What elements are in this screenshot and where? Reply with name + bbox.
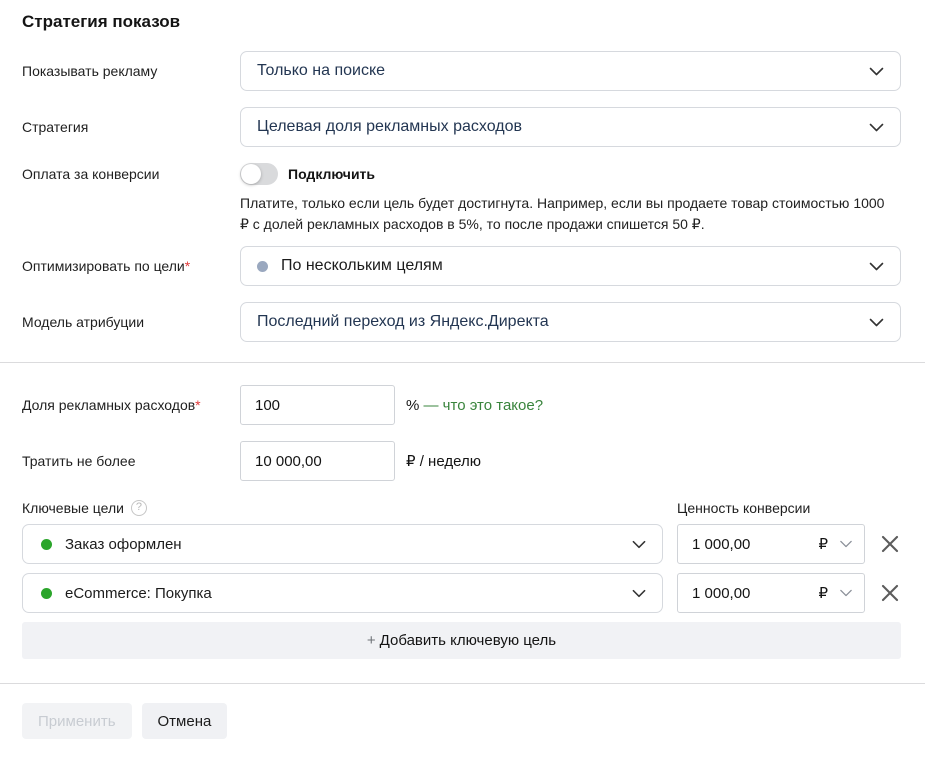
optimize-goal-select[interactable]: По нескольким целям: [240, 246, 901, 286]
pay-for-conversions-label: Оплата за конверсии: [22, 163, 240, 183]
goal-active-dot-icon: [41, 588, 52, 599]
ruble-sign: ₽: [818, 535, 828, 553]
goal-selected-value: eCommerce: Покупка: [65, 585, 212, 602]
pay-for-conversions-toggle[interactable]: [240, 163, 278, 185]
conversion-value-input-1[interactable]: 1 000,00 ₽: [677, 524, 865, 564]
optimize-goal-label: Оптимизировать по цели*: [22, 258, 240, 275]
cancel-button[interactable]: Отмена: [142, 703, 228, 739]
goal-active-dot-icon: [41, 539, 52, 550]
row-cost-share: Доля рекламных расходов* % — что это так…: [22, 385, 901, 425]
optimize-goal-selected-value: По нескольким целям: [281, 257, 443, 275]
footer-divider: [0, 683, 925, 684]
row-attribution: Модель атрибуции Последний переход из Ян…: [22, 302, 901, 342]
goal-status-dot-icon: [257, 261, 268, 272]
conversion-value-header: Ценность конверсии: [677, 500, 865, 516]
add-key-goal-label: Добавить ключевую цель: [380, 632, 556, 649]
strategy-label: Стратегия: [22, 119, 240, 136]
optimize-goal-label-text: Оптимизировать по цели: [22, 258, 185, 274]
chevron-down-icon: [869, 123, 884, 132]
row-strategy: Стратегия Целевая доля рекламных расходо…: [22, 107, 901, 147]
cost-share-input[interactable]: [240, 385, 395, 425]
currency-picker[interactable]: ₽: [818, 584, 852, 602]
toggle-knob: [241, 164, 261, 184]
strategy-select[interactable]: Целевая доля рекламных расходов: [240, 107, 901, 147]
show-ads-selected-value: Только на поиске: [257, 62, 385, 80]
attribution-selected-value: Последний переход из Яндекс.Директа: [257, 313, 549, 331]
key-goals-header-text: Ключевые цели: [22, 500, 124, 516]
page-title: Стратегия показов: [22, 0, 901, 32]
close-icon: [880, 534, 900, 554]
chevron-down-icon: [869, 318, 884, 327]
chevron-down-icon: [840, 540, 852, 548]
weekly-limit-label: Тратить не более: [22, 453, 240, 470]
conversion-value-input-2[interactable]: 1 000,00 ₽: [677, 573, 865, 613]
apply-button[interactable]: Применить: [22, 703, 132, 739]
close-icon: [880, 583, 900, 603]
pay-for-conversions-toggle-label: Подключить: [288, 166, 375, 182]
chevron-down-icon: [840, 589, 852, 597]
key-goals-header: Ключевые цели ?: [22, 500, 663, 516]
ruble-sign: ₽: [818, 584, 828, 602]
required-asterisk: *: [185, 258, 190, 274]
what-is-it-link[interactable]: — что это такое?: [424, 397, 544, 414]
section-divider: [0, 362, 925, 363]
row-optimize-goal: Оптимизировать по цели* По нескольким це…: [22, 246, 901, 286]
chevron-down-icon: [869, 262, 884, 271]
cost-share-unit: % — что это такое?: [406, 397, 543, 414]
add-key-goal-button[interactable]: +Добавить ключевую цель: [22, 622, 901, 659]
plus-icon: +: [367, 632, 376, 649]
goal-row: Заказ оформлен 1 000,00 ₽: [22, 524, 901, 564]
percent-sign: %: [406, 397, 419, 414]
goal-select-2[interactable]: eCommerce: Покупка: [22, 573, 663, 613]
show-ads-label: Показывать рекламу: [22, 63, 240, 80]
row-pay-for-conversions: Оплата за конверсии Подключить Платите, …: [22, 163, 901, 235]
strategy-selected-value: Целевая доля рекламных расходов: [257, 118, 522, 136]
attribution-label: Модель атрибуции: [22, 314, 240, 331]
remove-goal-button[interactable]: [879, 533, 901, 555]
help-icon[interactable]: ?: [131, 500, 147, 516]
required-asterisk: *: [195, 397, 200, 413]
goals-header-row: Ключевые цели ? Ценность конверсии: [22, 500, 901, 516]
goal-selected-value: Заказ оформлен: [65, 536, 182, 553]
conversion-value: 1 000,00: [692, 585, 818, 602]
pay-for-conversions-control: Подключить Платите, только если цель буд…: [240, 163, 888, 235]
weekly-limit-input[interactable]: [240, 441, 395, 481]
weekly-limit-unit: ₽ / неделю: [406, 452, 481, 470]
cost-share-label-text: Доля рекламных расходов: [22, 397, 195, 413]
chevron-down-icon: [632, 589, 646, 598]
remove-goal-button[interactable]: [879, 582, 901, 604]
pay-for-conversions-description: Платите, только если цель будет достигну…: [240, 193, 888, 235]
strategy-settings-panel: Стратегия показов Показывать рекламу Тол…: [0, 0, 925, 739]
show-ads-select[interactable]: Только на поиске: [240, 51, 901, 91]
goal-select-1[interactable]: Заказ оформлен: [22, 524, 663, 564]
footer-actions: Применить Отмена: [22, 703, 901, 739]
goal-row: eCommerce: Покупка 1 000,00 ₽: [22, 573, 901, 613]
cost-share-label: Доля рекламных расходов*: [22, 397, 240, 414]
conversion-value: 1 000,00: [692, 536, 818, 553]
attribution-select[interactable]: Последний переход из Яндекс.Директа: [240, 302, 901, 342]
currency-picker[interactable]: ₽: [818, 535, 852, 553]
chevron-down-icon: [632, 540, 646, 549]
chevron-down-icon: [869, 67, 884, 76]
row-show-ads: Показывать рекламу Только на поиске: [22, 51, 901, 91]
row-weekly-limit: Тратить не более ₽ / неделю: [22, 441, 901, 481]
